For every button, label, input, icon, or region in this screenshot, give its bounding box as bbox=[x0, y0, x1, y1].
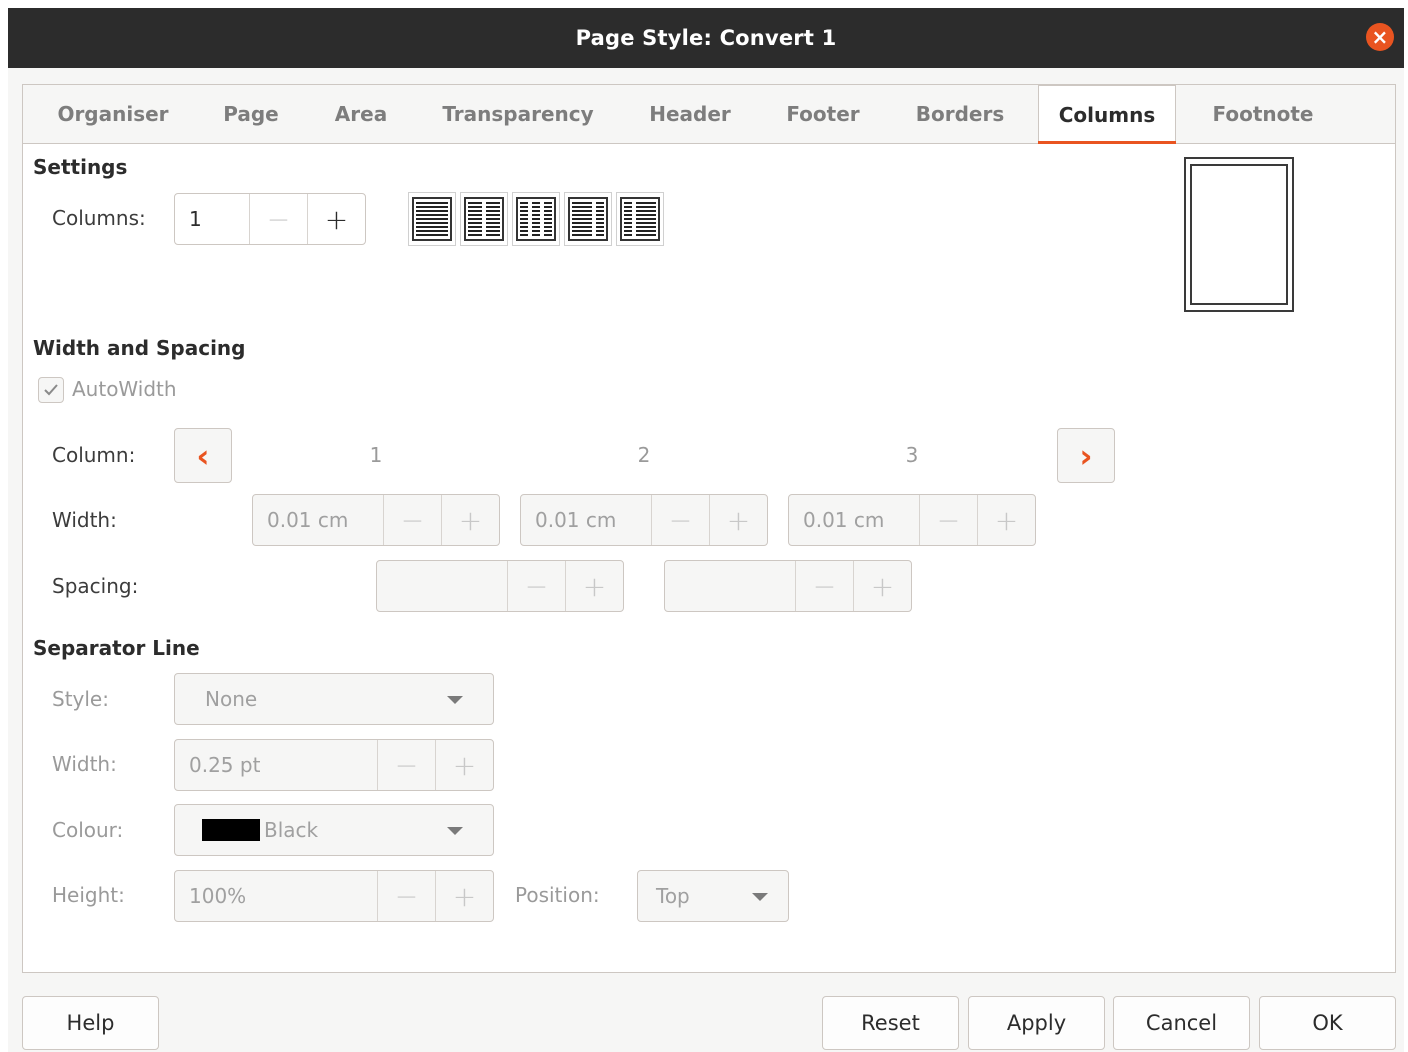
spacing-1-field[interactable]: − + bbox=[376, 560, 624, 612]
title-bar: Page Style: Convert 1 × bbox=[8, 8, 1404, 68]
increment-button[interactable]: + bbox=[441, 495, 499, 545]
tab-bar: Organiser Page Area Transparency Header … bbox=[23, 85, 1395, 144]
tab-footer[interactable]: Footer bbox=[768, 85, 878, 143]
chevron-right-icon: › bbox=[1079, 436, 1093, 475]
window-title: Page Style: Convert 1 bbox=[575, 26, 837, 50]
column-3-width-field[interactable]: 0.01 cm − + bbox=[788, 494, 1036, 546]
reset-button[interactable]: Reset bbox=[822, 996, 959, 1050]
preset-2-columns[interactable] bbox=[460, 192, 508, 246]
columns-stepper[interactable]: 1 − + bbox=[174, 193, 366, 245]
autowidth-checkbox[interactable] bbox=[38, 377, 64, 403]
column-2-width-field[interactable]: 0.01 cm − + bbox=[520, 494, 768, 546]
tab-transparency[interactable]: Transparency bbox=[423, 85, 613, 143]
decrement-button[interactable]: − bbox=[651, 495, 709, 545]
decrement-button[interactable]: − bbox=[249, 194, 307, 244]
preview-column-frame bbox=[1190, 164, 1288, 305]
tab-borders[interactable]: Borders bbox=[895, 85, 1025, 143]
autowidth-label: AutoWidth bbox=[72, 377, 177, 401]
separator-width-label: Width: bbox=[52, 752, 117, 776]
increment-button[interactable]: + bbox=[853, 561, 911, 611]
next-column-button[interactable]: › bbox=[1057, 428, 1115, 483]
help-button[interactable]: Help bbox=[22, 996, 159, 1050]
decrement-button[interactable]: − bbox=[795, 561, 853, 611]
decrement-button[interactable]: − bbox=[919, 495, 977, 545]
separator-width-value[interactable]: 0.25 pt bbox=[175, 740, 377, 790]
decrement-button[interactable]: − bbox=[507, 561, 565, 611]
decrement-button[interactable]: − bbox=[377, 871, 435, 921]
increment-button[interactable]: + bbox=[435, 871, 493, 921]
tab-organiser[interactable]: Organiser bbox=[41, 85, 185, 143]
column-label: Column: bbox=[52, 443, 136, 467]
tab-area[interactable]: Area bbox=[318, 85, 404, 143]
column-2-width-value[interactable]: 0.01 cm bbox=[521, 495, 651, 545]
position-dropdown[interactable]: Top bbox=[637, 870, 789, 922]
apply-button[interactable]: Apply bbox=[968, 996, 1105, 1050]
spacing-label: Spacing: bbox=[52, 574, 139, 598]
spacing-2-value[interactable] bbox=[665, 561, 795, 611]
preset-right-larger[interactable] bbox=[616, 192, 664, 246]
spacing-2-field[interactable]: − + bbox=[664, 560, 912, 612]
page-preview bbox=[1184, 157, 1294, 312]
height-field[interactable]: 100% − + bbox=[174, 870, 494, 922]
column-number-2: 2 bbox=[637, 443, 651, 467]
separator-width-field[interactable]: 0.25 pt − + bbox=[174, 739, 494, 791]
column-1-width-value[interactable]: 0.01 cm bbox=[253, 495, 383, 545]
position-label: Position: bbox=[515, 883, 600, 907]
previous-column-button[interactable]: ‹ bbox=[174, 428, 232, 483]
tab-header[interactable]: Header bbox=[630, 85, 750, 143]
preset-1-column[interactable] bbox=[408, 192, 456, 246]
checkmark-icon bbox=[44, 384, 58, 396]
column-3-width-value[interactable]: 0.01 cm bbox=[789, 495, 919, 545]
preset-left-larger[interactable] bbox=[564, 192, 612, 246]
colour-value: Black bbox=[264, 818, 319, 842]
height-value[interactable]: 100% bbox=[175, 871, 377, 921]
separator-heading: Separator Line bbox=[33, 636, 200, 660]
width-label: Width: bbox=[52, 508, 117, 532]
colour-label: Colour: bbox=[52, 818, 124, 842]
colour-dropdown[interactable]: Black bbox=[174, 804, 494, 856]
preset-3-columns[interactable] bbox=[512, 192, 560, 246]
width-spacing-heading: Width and Spacing bbox=[33, 336, 246, 360]
columns-value[interactable]: 1 bbox=[175, 194, 249, 244]
increment-button[interactable]: + bbox=[435, 740, 493, 790]
settings-heading: Settings bbox=[33, 155, 128, 179]
column-1-width-field[interactable]: 0.01 cm − + bbox=[252, 494, 500, 546]
position-value: Top bbox=[656, 884, 690, 908]
chevron-left-icon: ‹ bbox=[196, 436, 210, 475]
column-number-3: 3 bbox=[905, 443, 919, 467]
style-dropdown[interactable]: None bbox=[174, 673, 494, 725]
colour-swatch bbox=[202, 819, 260, 841]
tab-footnote[interactable]: Footnote bbox=[1193, 85, 1333, 143]
height-label: Height: bbox=[52, 883, 125, 907]
dropdown-arrow-icon bbox=[447, 827, 463, 835]
increment-button[interactable]: + bbox=[565, 561, 623, 611]
style-label: Style: bbox=[52, 687, 109, 711]
dropdown-arrow-icon bbox=[447, 696, 463, 704]
columns-label: Columns: bbox=[52, 206, 146, 230]
column-number-1: 1 bbox=[369, 443, 383, 467]
increment-button[interactable]: + bbox=[307, 194, 365, 244]
increment-button[interactable]: + bbox=[709, 495, 767, 545]
tab-columns[interactable]: Columns bbox=[1038, 85, 1176, 144]
style-value: None bbox=[205, 687, 258, 711]
decrement-button[interactable]: − bbox=[377, 740, 435, 790]
tab-page[interactable]: Page bbox=[203, 85, 299, 143]
dropdown-arrow-icon bbox=[752, 893, 768, 901]
increment-button[interactable]: + bbox=[977, 495, 1035, 545]
decrement-button[interactable]: − bbox=[383, 495, 441, 545]
ok-button[interactable]: OK bbox=[1259, 996, 1396, 1050]
spacing-1-value[interactable] bbox=[377, 561, 507, 611]
cancel-button[interactable]: Cancel bbox=[1113, 996, 1250, 1050]
close-icon[interactable]: × bbox=[1366, 23, 1394, 51]
